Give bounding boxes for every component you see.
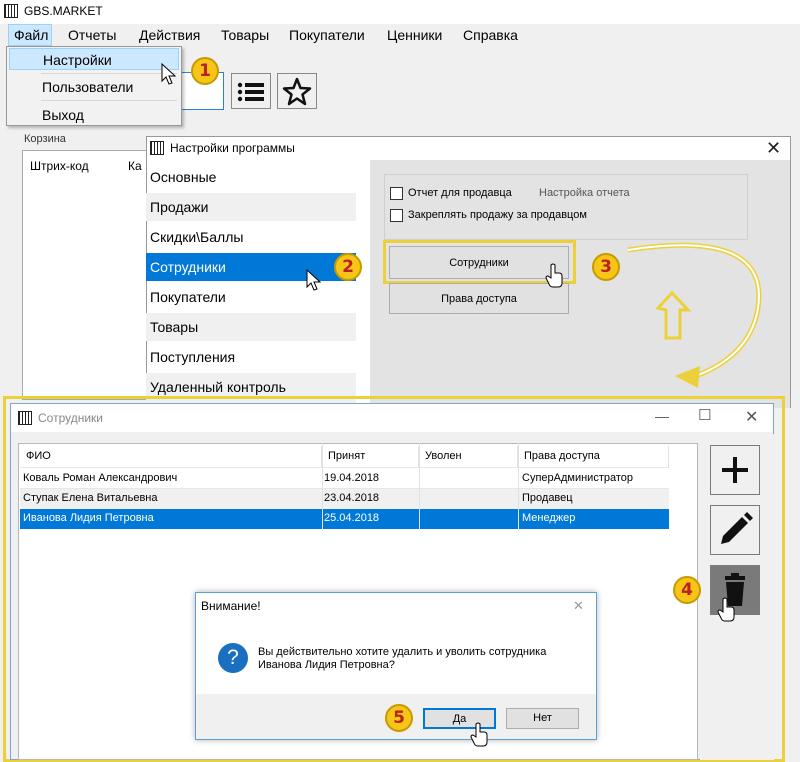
close-icon[interactable]: ✕: [573, 598, 584, 614]
settings-nav-sales[interactable]: Продажи: [146, 193, 356, 221]
mouse-cursor-icon: [306, 269, 322, 291]
settings-nav-main[interactable]: Основные: [146, 163, 356, 191]
settings-window-title: Настройки программы: [170, 141, 295, 155]
barcode-icon: [150, 141, 164, 155]
bind-sale-label: Закреплять продажу за продавцом: [408, 209, 587, 221]
favorites-button[interactable]: [277, 73, 317, 109]
flow-arrow-icon: [627, 242, 762, 388]
list-icon: [237, 82, 264, 102]
callout-4: 4: [673, 576, 701, 604]
plus-icon: [722, 457, 748, 483]
seller-options-group: [384, 174, 748, 240]
basket-col-barcode: Штрих-код: [30, 159, 89, 173]
cell-role: СуперАдминистратор: [522, 472, 633, 484]
employees-button[interactable]: Сотрудники: [389, 246, 569, 279]
menu-file[interactable]: Файл: [14, 27, 48, 43]
menu-reports[interactable]: Отчеты: [68, 27, 116, 43]
menu-actions[interactable]: Действия: [139, 27, 200, 43]
report-for-seller-label: Отчет для продавца: [408, 187, 512, 199]
grid-col-line: [419, 443, 420, 530]
barcode-icon: [18, 411, 32, 425]
menu-item-exit[interactable]: Выход: [9, 104, 179, 126]
hand-cursor-icon: [470, 722, 488, 747]
cell-role: Менеджер: [522, 512, 576, 524]
add-employee-button[interactable]: [710, 445, 760, 495]
menu-separator: [41, 73, 177, 74]
hand-cursor-icon: [717, 597, 735, 622]
callout-1: 1: [191, 57, 219, 85]
cell-hired: 23.04.2018: [324, 492, 380, 504]
list-button[interactable]: [231, 73, 271, 109]
menu-separator: [41, 100, 177, 101]
menu-help[interactable]: Справка: [463, 27, 518, 43]
cell-hired: 25.04.2018: [324, 512, 380, 524]
col-header-fired[interactable]: Уволен: [419, 446, 518, 468]
dialog-message: Вы действительно хотите удалить и уволит…: [258, 646, 547, 658]
barcode-icon: [4, 4, 18, 18]
basket-label: Корзина: [24, 133, 66, 145]
close-icon[interactable]: ✕: [745, 407, 758, 427]
menu-price-tags[interactable]: Ценники: [387, 27, 442, 43]
question-icon: ?: [218, 643, 248, 673]
file-menu-dropdown: Настройки Пользователи Выход: [6, 46, 182, 126]
minimize-icon[interactable]: —: [655, 408, 669, 424]
mouse-cursor-icon: [161, 63, 177, 85]
cell-name: Иванова Лидия Петровна: [23, 512, 154, 524]
employees-window-title: Сотрудники: [38, 411, 103, 425]
callout-5: 5: [385, 704, 413, 732]
basket-col-category: Ка: [128, 159, 142, 173]
maximize-icon[interactable]: ☐: [698, 406, 711, 424]
menu-goods[interactable]: Товары: [221, 27, 269, 43]
edit-employee-button[interactable]: [710, 505, 760, 555]
access-rights-button[interactable]: Права доступа: [389, 283, 569, 314]
star-icon: [282, 77, 312, 106]
main-titlebar: [0, 0, 800, 24]
grid-col-line: [322, 443, 323, 530]
menu-item-settings[interactable]: Настройки: [9, 48, 179, 70]
cell-hired: 19.04.2018: [324, 472, 380, 484]
settings-nav-goods[interactable]: Товары: [146, 313, 356, 341]
bind-sale-checkbox[interactable]: [390, 209, 403, 222]
cell-name: Коваль Роман Александрович: [23, 472, 178, 484]
close-icon[interactable]: ✕: [766, 138, 781, 159]
settings-nav-discounts[interactable]: Скидки\Баллы: [146, 223, 356, 251]
col-header-name[interactable]: ФИО: [20, 446, 322, 468]
pencil-icon: [721, 512, 753, 544]
report-for-seller-checkbox[interactable]: [390, 187, 403, 200]
menu-customers[interactable]: Покупатели: [289, 27, 365, 43]
col-header-hired[interactable]: Принят: [322, 446, 419, 468]
grid-divider: [20, 467, 669, 468]
col-header-role[interactable]: Права доступа: [518, 446, 669, 468]
callout-2: 2: [334, 253, 362, 281]
report-settings-link[interactable]: Настройка отчета: [539, 187, 630, 199]
callout-3: 3: [592, 253, 620, 281]
menu-item-users[interactable]: Пользователи: [9, 76, 179, 98]
hand-cursor-icon: [545, 263, 563, 288]
no-button[interactable]: Нет: [506, 708, 579, 729]
grid-col-line: [518, 443, 519, 530]
dialog-message-name: Иванова Лидия Петровна?: [258, 659, 395, 671]
cell-role: Продавец: [522, 492, 573, 504]
basket-grid[interactable]: [22, 150, 162, 400]
cell-name: Ступак Елена Витальевна: [23, 492, 158, 504]
dialog-title: Внимание!: [201, 599, 261, 613]
settings-nav-receipts[interactable]: Поступления: [146, 343, 356, 371]
app-title: GBS.MARKET: [24, 4, 103, 18]
